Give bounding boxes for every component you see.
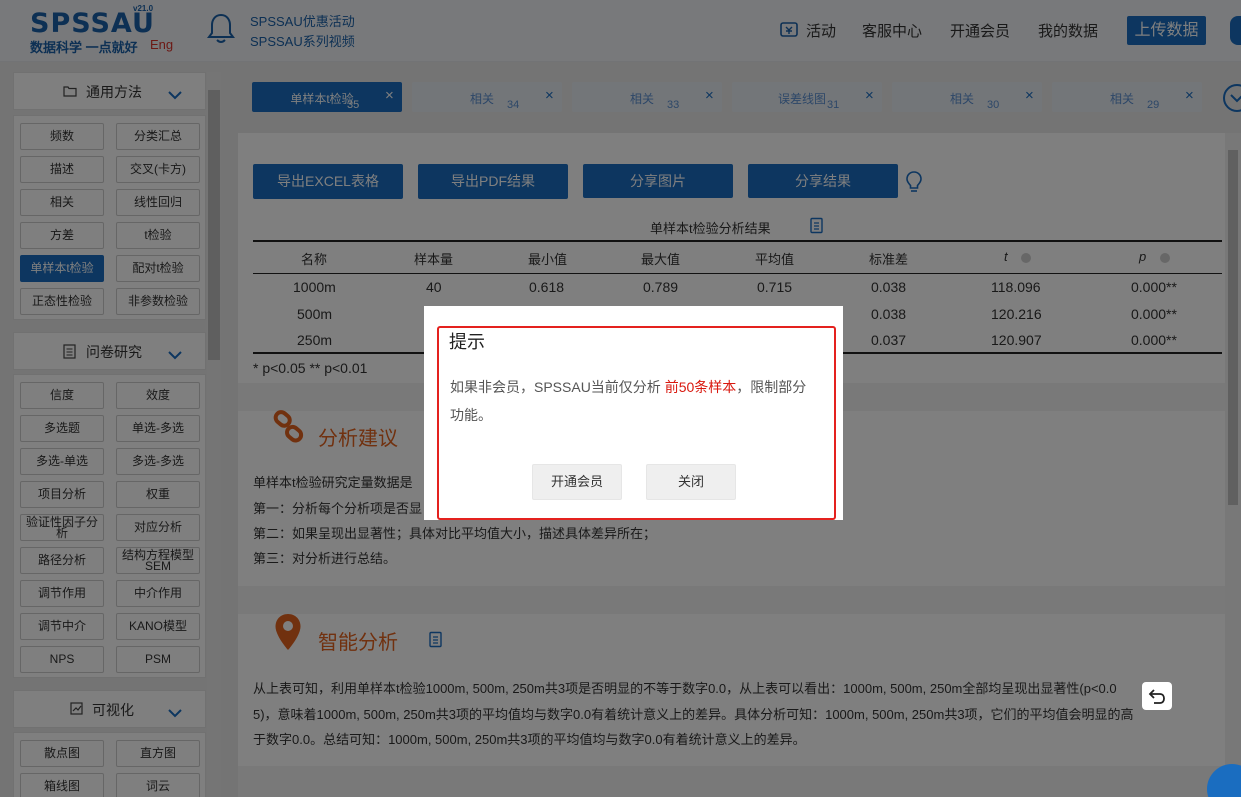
modal-message: 如果非会员，SPSSAU当前仅分析 前50条样本，限制部分功能。 bbox=[450, 373, 820, 429]
close-button[interactable]: 关闭 bbox=[646, 464, 736, 500]
undo-icon[interactable] bbox=[1142, 682, 1172, 710]
open-vip-button[interactable]: 开通会员 bbox=[532, 464, 622, 500]
modal-title: 提示 bbox=[449, 332, 485, 352]
modal-text: 如果非会员，SPSSAU当前仅分析 bbox=[450, 379, 665, 395]
modal-highlight-text: 前50条样本 bbox=[664, 379, 737, 395]
